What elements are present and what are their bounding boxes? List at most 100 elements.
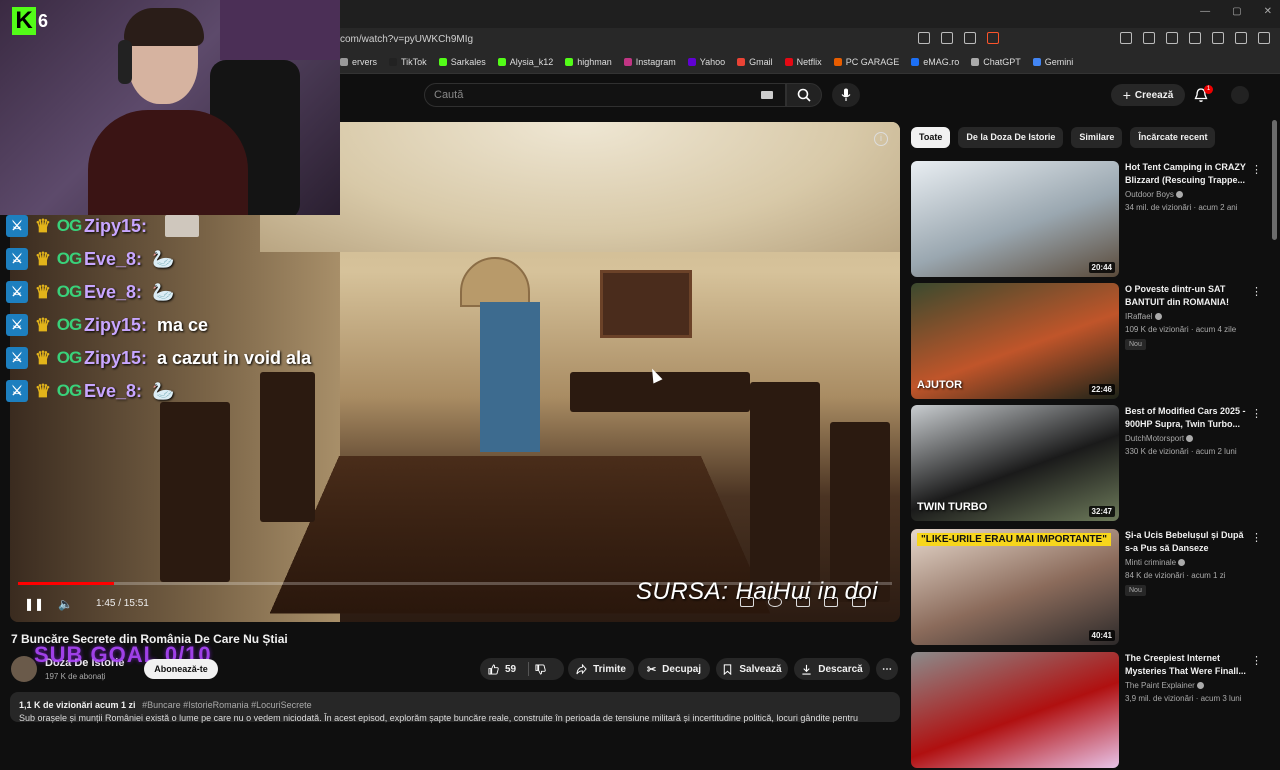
bookmark-favicon-icon (565, 58, 574, 66)
bookmark-item[interactable]: ervers (340, 57, 377, 67)
recommended-title[interactable]: Hot Tent Camping in CRAZY Blizzard (Resc… (1125, 161, 1247, 187)
recommended-video[interactable]: TWIN TURBO 32:47 Best of Modified Cars 202… (911, 405, 1271, 523)
miniplayer-icon[interactable] (796, 597, 810, 607)
vpn-icon[interactable] (1235, 32, 1247, 44)
like-button[interactable]: 59 (488, 664, 516, 675)
recommended-meta: 109 K de vizionări · acum 4 zile (1125, 325, 1237, 334)
like-count: 59 (505, 663, 517, 675)
more-actions-button[interactable]: ⋯ (876, 658, 898, 680)
bookmark-item[interactable]: ChatGPT (971, 57, 1021, 67)
maximize-icon[interactable]: ▢ (1232, 6, 1241, 17)
recommended-video[interactable]: "LIKE-URILE ERAU MAI IMPORTANTE" 40:41 Și-… (911, 529, 1271, 647)
video-thumbnail[interactable]: AJUTOR 22:46 (911, 283, 1119, 399)
brave-shield-icon[interactable] (987, 32, 999, 44)
video-thumbnail[interactable]: TWIN TURBO 32:47 (911, 405, 1119, 521)
share-button[interactable]: Trimite (568, 658, 634, 680)
filter-chip[interactable]: Toate (911, 127, 951, 148)
save-button[interactable]: Salvează (716, 658, 788, 680)
bookmark-favicon-icon (389, 58, 398, 66)
search-input[interactable] (424, 83, 786, 107)
translate-icon[interactable] (918, 32, 930, 44)
more-vertical-icon[interactable]: ⋮ (1251, 654, 1262, 667)
download-button[interactable]: Descarcă (794, 658, 870, 680)
bookmark-favicon-icon (911, 58, 920, 66)
bookmark-item[interactable]: Gemini (1032, 57, 1073, 67)
recommended-video[interactable]: AJUTOR 22:46 O Poveste dintr-un SAT BANTUI… (911, 283, 1271, 401)
keyboard-icon[interactable] (761, 91, 773, 99)
recommended-channel[interactable]: Minti criminale (1125, 558, 1186, 567)
recommended-channel[interactable]: The Paint Explainer (1125, 681, 1205, 690)
puzzle-icon[interactable] (1166, 32, 1178, 44)
recommended-video[interactable]: 20:44 Hot Tent Camping in CRAZY Blizzard … (911, 161, 1271, 279)
recommended-title[interactable]: The Creepiest Internet Mysteries That We… (1125, 652, 1247, 678)
page-scrollbar[interactable] (1272, 120, 1277, 240)
menu-icon[interactable] (1258, 32, 1270, 44)
fullscreen-icon[interactable] (852, 597, 866, 607)
more-vertical-icon[interactable]: ⋮ (1251, 407, 1262, 420)
recommended-channel[interactable]: DutchMotorsport (1125, 434, 1194, 443)
hashtags[interactable]: #Buncare #IstorieRomania #LocuriSecrete (142, 700, 312, 710)
video-thumbnail[interactable]: "LIKE-URILE ERAU MAI IMPORTANTE" 40:41 (911, 529, 1119, 645)
bookmark-item[interactable]: TikTok (389, 57, 427, 67)
video-thumbnail[interactable] (911, 652, 1119, 768)
share-icon[interactable] (964, 32, 976, 44)
bookmark-item[interactable]: Sarkales (438, 57, 486, 67)
recommended-video[interactable]: The Creepiest Internet Mysteries That We… (911, 652, 1271, 770)
sidebar-icon[interactable] (1189, 32, 1201, 44)
extension-icon[interactable] (1120, 32, 1132, 44)
recommended-channel-name: DutchMotorsport (1125, 434, 1185, 443)
more-vertical-icon[interactable]: ⋮ (1251, 163, 1262, 176)
bookmark-item[interactable]: Alysia_k12 (497, 57, 553, 67)
clip-button[interactable]: ✂ Decupaj (638, 658, 710, 680)
filter-chip[interactable]: Încărcate recent (1130, 127, 1216, 148)
wallet-icon[interactable] (1143, 32, 1155, 44)
chat-text: 🦢 (152, 281, 175, 302)
minimize-icon[interactable]: — (1200, 6, 1210, 17)
account-avatar[interactable] (1231, 86, 1249, 104)
plus-icon: + (1122, 87, 1131, 103)
volume-icon[interactable]: 🔈 (58, 597, 73, 611)
info-icon[interactable]: i (874, 132, 888, 146)
bookmark-item[interactable]: highman (565, 57, 612, 67)
bookmark-item[interactable]: eMAG.ro (911, 57, 959, 67)
theater-icon[interactable] (824, 597, 838, 607)
thumbnail-overlay-text: AJUTOR (917, 379, 963, 391)
close-icon[interactable]: ✕ (1264, 6, 1272, 17)
bookmark-favicon-icon (687, 58, 696, 66)
video-time: 1:45 / 15:51 (96, 598, 149, 609)
video-thumbnail[interactable]: 20:44 (911, 161, 1119, 277)
bookmark-item[interactable]: Instagram (623, 57, 676, 67)
moderator-badge-icon: ⚔ (6, 347, 28, 369)
video-frame-painting (600, 270, 692, 338)
filter-chip[interactable]: Similare (1071, 127, 1123, 148)
more-vertical-icon[interactable]: ⋮ (1251, 531, 1262, 544)
subtitles-icon[interactable] (740, 597, 754, 607)
chat-message: ⚔ ♛ OG Zipy15: ma ce (6, 311, 208, 339)
bookmark-favicon-icon (497, 58, 506, 66)
cast-icon[interactable] (941, 32, 953, 44)
bookmark-item[interactable]: Yahoo (687, 57, 725, 67)
search-placeholder: Caută (434, 89, 464, 101)
recommended-channel[interactable]: IRaffael (1125, 312, 1162, 321)
recommended-title[interactable]: Best of Modified Cars 2025 - 900HP Supra… (1125, 405, 1247, 431)
create-button[interactable]: + Creează (1111, 84, 1185, 106)
music-icon[interactable] (1212, 32, 1224, 44)
settings-icon[interactable] (768, 597, 782, 607)
bookmark-item[interactable]: PC GARAGE (833, 57, 899, 67)
chat-text: a cazut in void ala (157, 347, 312, 368)
recommended-title[interactable]: O Poveste dintr-un SAT BANTUIT din ROMAN… (1125, 283, 1247, 309)
bookmark-item[interactable]: Gmail (737, 57, 773, 67)
progress-bar[interactable] (18, 582, 892, 585)
chat-text: 🦢 (152, 248, 175, 269)
bookmark-item[interactable]: Netflix (784, 57, 822, 67)
url-text[interactable]: com/watch?v=pyUWKCh9MIg (340, 34, 473, 45)
subscribe-button[interactable]: Abonează-te (144, 659, 218, 679)
thumbs-down-icon[interactable] (535, 663, 546, 675)
recommended-channel[interactable]: Outdoor Boys (1125, 190, 1184, 199)
more-vertical-icon[interactable]: ⋮ (1251, 285, 1262, 298)
voice-search-button[interactable] (832, 83, 860, 107)
filter-chip[interactable]: De la Doza De Istorie (958, 127, 1064, 148)
pause-icon[interactable]: ❚❚ (24, 597, 44, 611)
recommended-title[interactable]: Și-a Ucis Bebelușul și După s-a Pus să D… (1125, 529, 1247, 555)
search-button[interactable] (786, 83, 822, 107)
